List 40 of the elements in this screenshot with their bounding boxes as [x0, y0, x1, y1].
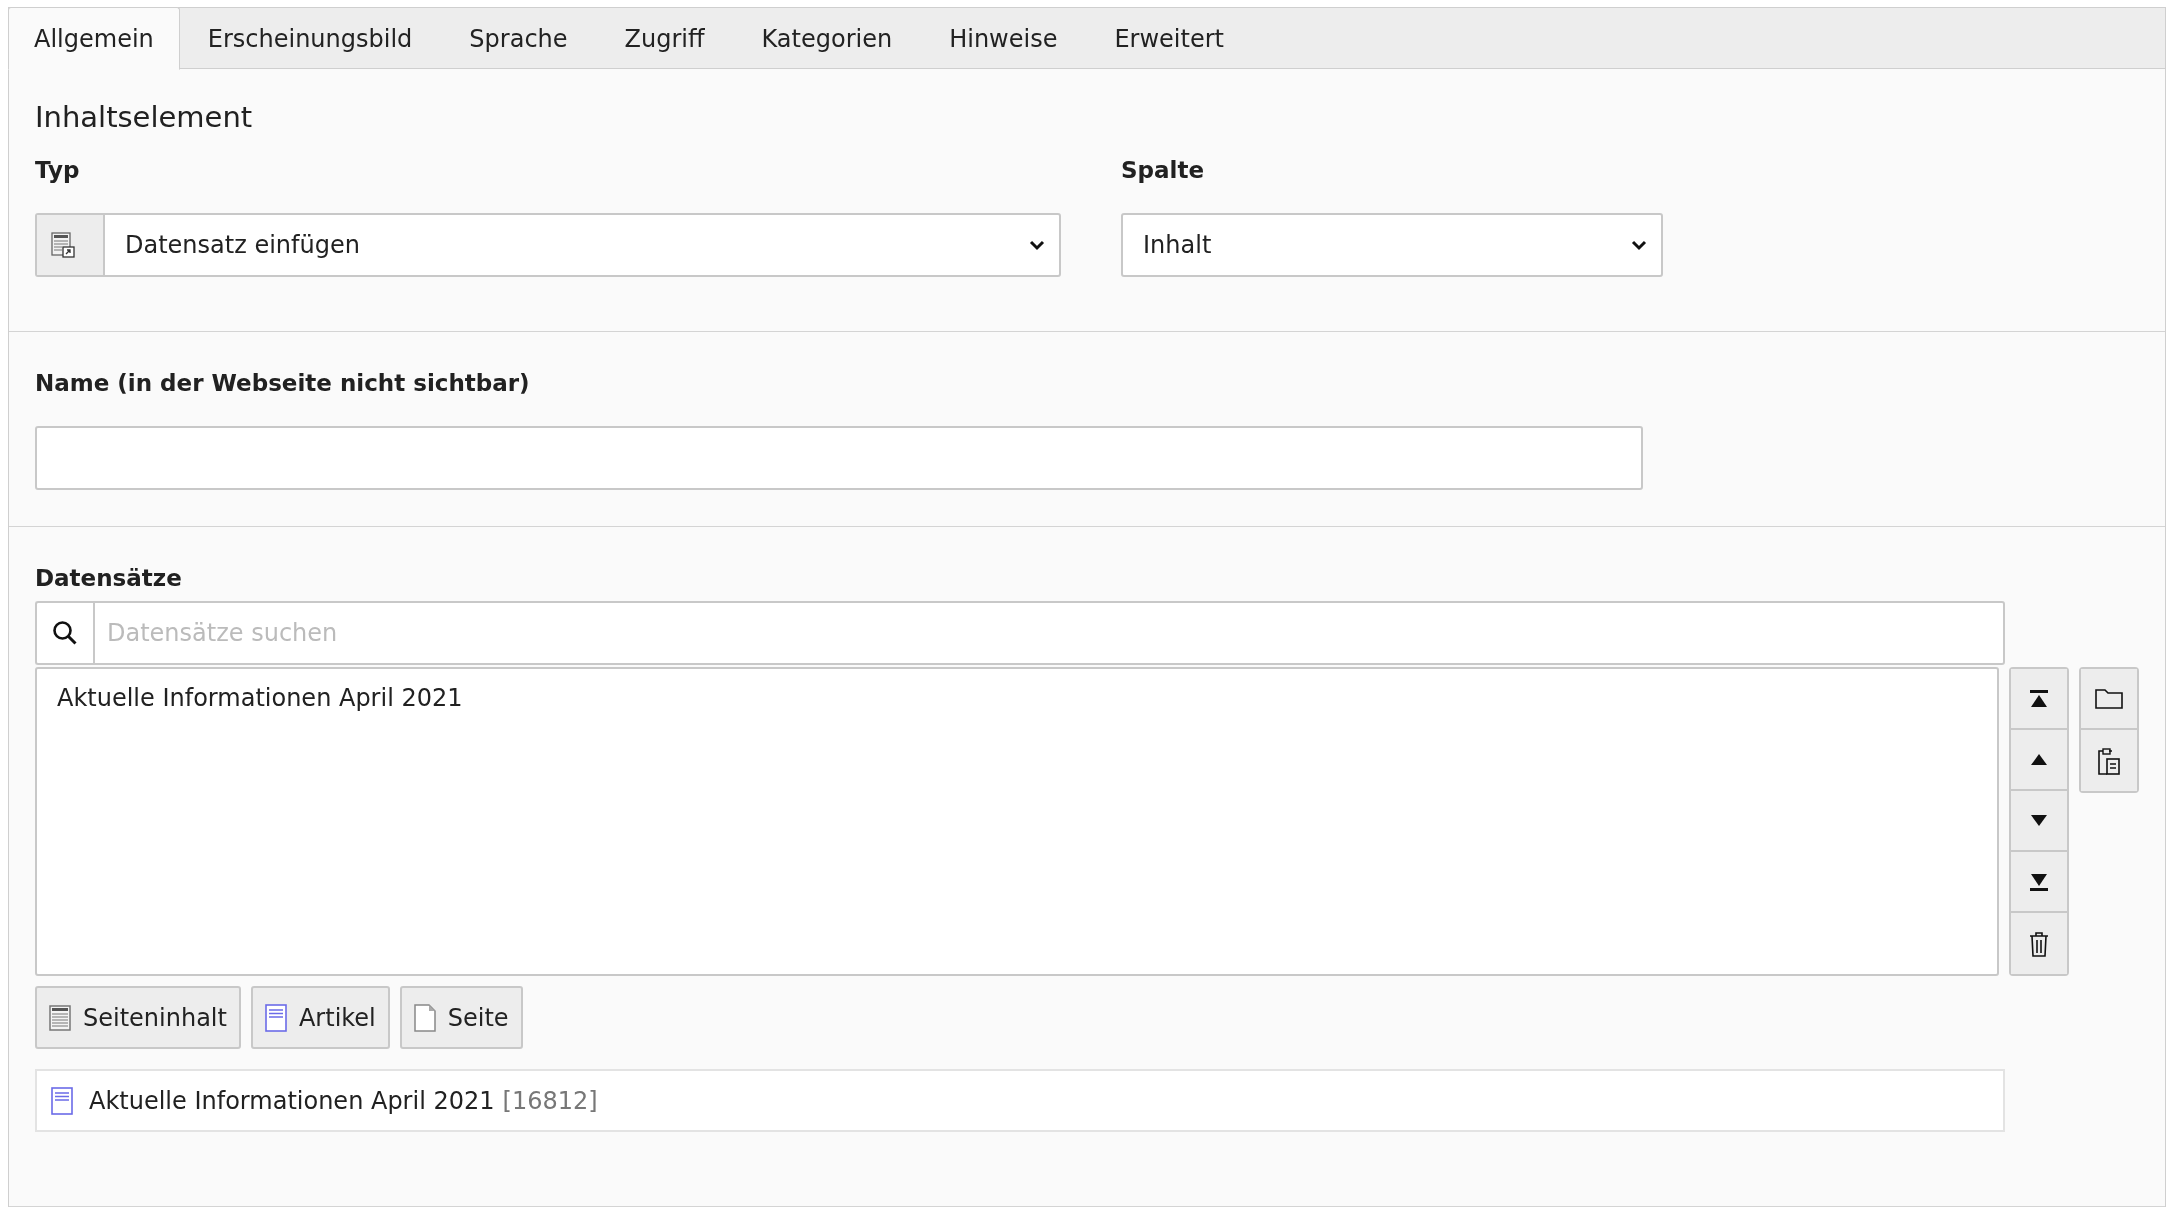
search-field[interactable]: Datensätze suchen	[93, 601, 2005, 665]
chevron-down-icon	[1029, 239, 1045, 251]
tab[interactable]: Allgemein	[8, 7, 180, 70]
content-element-icon	[49, 1004, 71, 1031]
record-title: Aktuelle Informationen April 2021	[89, 1086, 495, 1115]
triangle-down-icon	[2030, 814, 2048, 827]
field-label: Name (in der Webseite nicht sichtbar)	[35, 369, 531, 398]
tab[interactable]: Hinweise	[921, 8, 1087, 70]
trash-icon	[2029, 930, 2049, 957]
add-record-button[interactable]: Seite	[399, 986, 523, 1049]
record-list[interactable]: Aktuelle Informationen April 2021	[35, 667, 1999, 976]
tab[interactable]: Erscheinungsbild	[179, 8, 442, 70]
tab[interactable]: Erweitert	[1086, 8, 1253, 70]
move-top-button[interactable]	[2011, 669, 2067, 730]
document-icon	[51, 1086, 73, 1115]
field-label: Datensätze	[35, 564, 183, 593]
field-label: Typ	[35, 156, 81, 185]
list-item[interactable]: Aktuelle Informationen April 2021	[57, 683, 1977, 713]
type-select[interactable]: Datensatz einfügen	[35, 213, 1061, 277]
field-label: Spalte	[1121, 156, 1206, 185]
document-icon	[264, 1003, 287, 1032]
content-type-icon	[51, 232, 75, 258]
tab[interactable]: Zugriff	[596, 8, 734, 70]
column-select[interactable]: Inhalt	[1121, 213, 1663, 277]
search-icon	[52, 620, 78, 646]
section-title: Inhaltselement	[35, 99, 254, 135]
tab[interactable]: Kategorien	[733, 8, 922, 70]
record-id: [16812]	[502, 1086, 598, 1115]
add-record-button[interactable]: Artikel	[250, 986, 390, 1049]
move-bottom-icon	[2029, 872, 2049, 891]
tab[interactable]: Sprache	[441, 8, 597, 70]
name-input[interactable]	[35, 426, 1643, 490]
move-top-icon	[2029, 689, 2049, 708]
browse-button[interactable]	[2081, 669, 2137, 730]
folder-icon	[2095, 688, 2123, 709]
clipboard-icon	[2098, 746, 2120, 775]
page-icon	[413, 1003, 436, 1032]
add-record-button[interactable]: Seiteninhalt	[35, 986, 241, 1049]
chevron-down-icon	[1631, 239, 1647, 251]
triangle-up-icon	[2030, 753, 2048, 766]
